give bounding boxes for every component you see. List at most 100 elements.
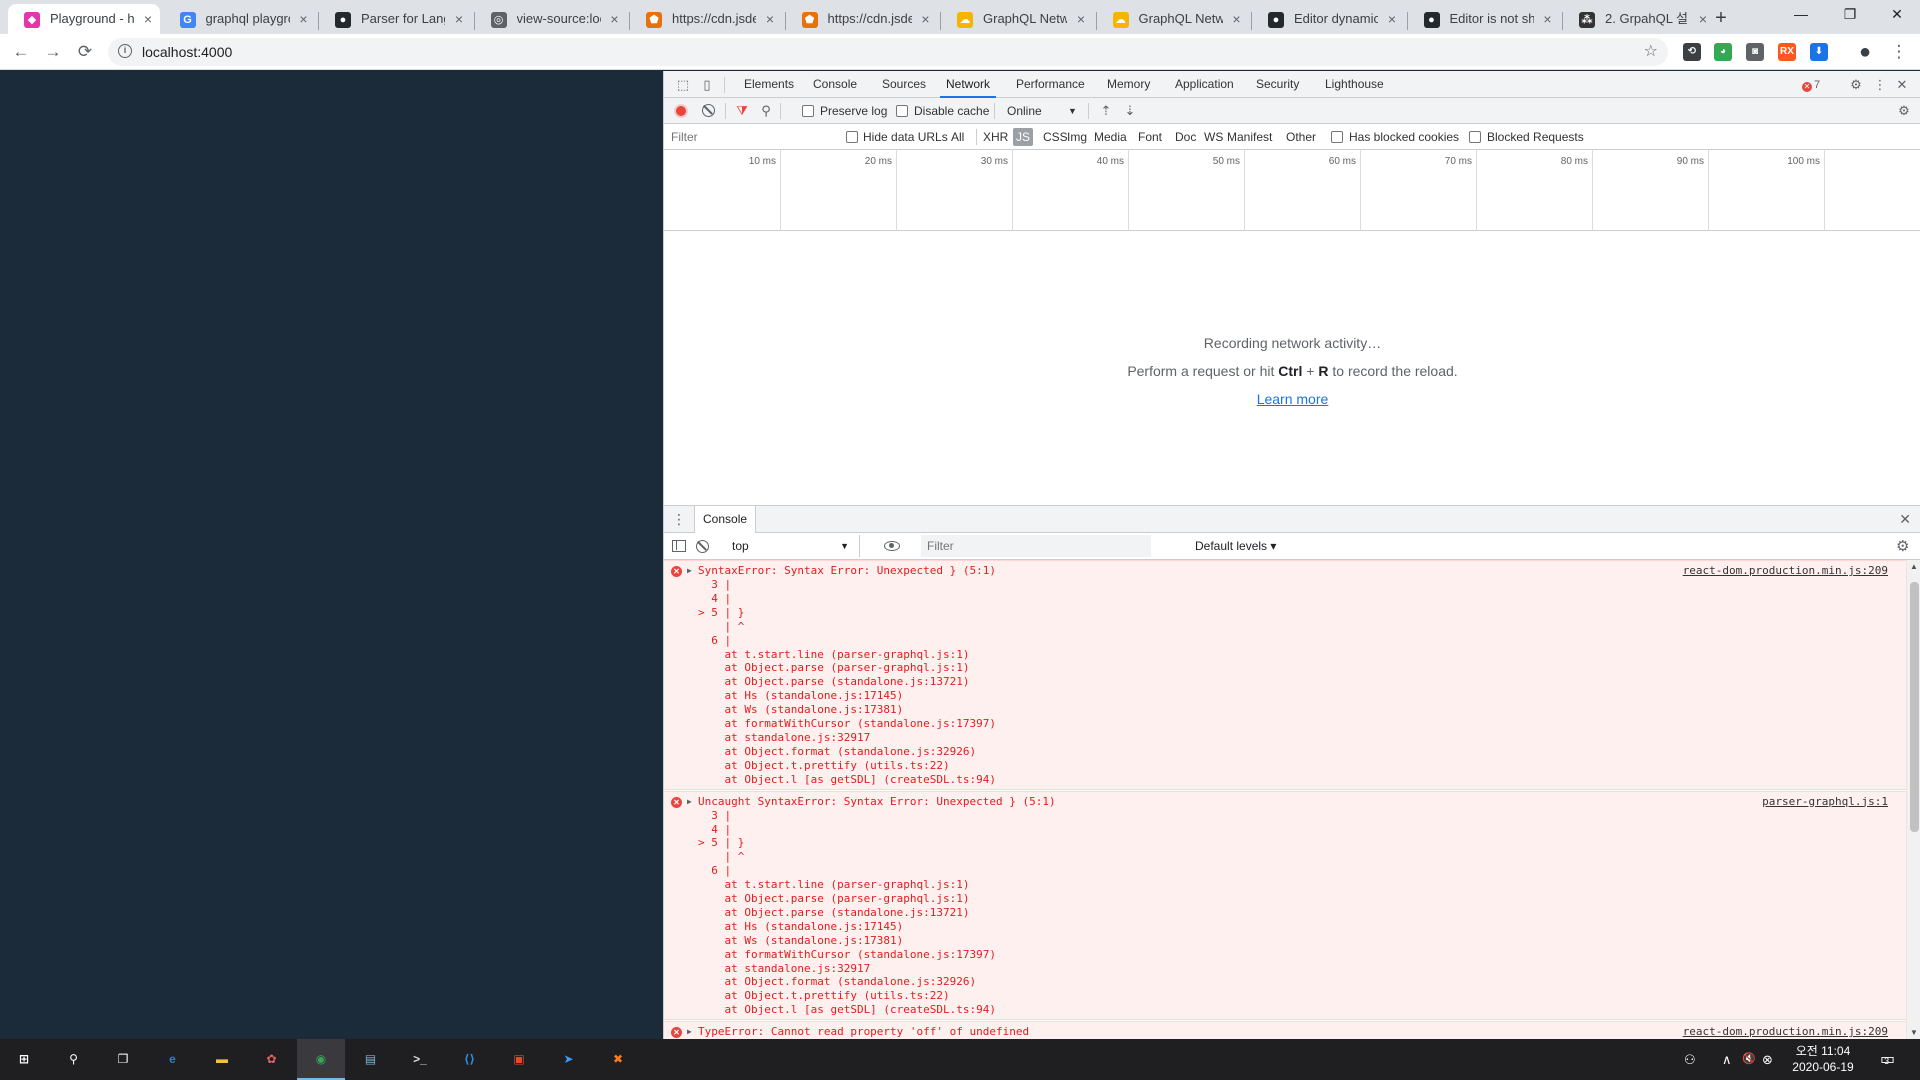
console-scrollbar[interactable]: ▲ ▼ xyxy=(1906,560,1920,1039)
preserve-log-checkbox[interactable] xyxy=(802,105,814,117)
extension-sync-icon[interactable]: ⟲ xyxy=(1683,43,1701,61)
filter-type-media[interactable]: Media xyxy=(1091,128,1130,146)
error-source-link[interactable]: parser-graphql.js:1 xyxy=(1762,795,1888,809)
taskbar-button[interactable]: ⟨⟩ xyxy=(446,1039,494,1080)
close-tab-icon[interactable]: × xyxy=(1699,4,1707,34)
extension-download-icon[interactable]: ⬇ xyxy=(1810,43,1828,61)
close-tab-icon[interactable]: × xyxy=(610,4,618,34)
clear-icon[interactable] xyxy=(702,104,715,117)
network-icon[interactable]: ⊗ xyxy=(1762,1039,1773,1080)
taskbar-button[interactable]: ✿ xyxy=(248,1039,296,1080)
expand-triangle-icon[interactable]: ▶ xyxy=(687,1025,692,1039)
record-button[interactable] xyxy=(674,104,688,118)
devtools-menu-icon[interactable]: ⋮ xyxy=(1872,77,1888,93)
volume-muted-icon[interactable]: 🔇 xyxy=(1742,1039,1756,1080)
address-url[interactable]: localhost:4000 xyxy=(142,38,232,66)
browser-tab[interactable]: ◆ Playground - http:// × xyxy=(8,4,160,34)
devtools-tab-lighthouse[interactable]: Lighthouse xyxy=(1319,71,1390,98)
error-source-link[interactable]: react-dom.production.min.js:209 xyxy=(1683,1025,1888,1039)
close-tab-icon[interactable]: × xyxy=(1543,4,1551,34)
network-timeline[interactable]: 10 ms 20 ms 30 ms 40 ms 50 ms 60 ms 70 ms 80 ms… xyxy=(664,150,1920,231)
browser-tab[interactable]: ☁ GraphQL Network × xyxy=(1097,4,1249,34)
close-drawer-icon[interactable]: ✕ xyxy=(1899,511,1911,527)
console-error-message[interactable]: ✕ ▶ TypeError: Cannot read property 'off' … xyxy=(664,1021,1906,1039)
network-filter-input[interactable] xyxy=(668,127,835,147)
maximize-button[interactable]: ❐ xyxy=(1827,0,1873,30)
taskbar-button[interactable]: ⚲ xyxy=(50,1039,98,1080)
filter-funnel-icon[interactable]: ⧩ xyxy=(734,103,750,119)
hide-data-urls-checkbox[interactable] xyxy=(846,131,858,143)
close-tab-icon[interactable]: × xyxy=(921,4,929,34)
console-error-message[interactable]: ✕ ▶ SyntaxError: Syntax Error: Unexpected … xyxy=(664,560,1906,790)
graphql-playground-page[interactable] xyxy=(0,71,663,1039)
forward-button[interactable]: → xyxy=(41,40,65,64)
extension-rx-icon[interactable]: RX xyxy=(1778,43,1796,61)
browser-tab[interactable]: ⬟ https://cdn.jsdelivr × xyxy=(786,4,938,34)
has-blocked-cookies-checkbox[interactable] xyxy=(1331,131,1343,143)
blocked-requests-checkbox[interactable] xyxy=(1469,131,1481,143)
devtools-tab-sources[interactable]: Sources xyxy=(876,71,932,98)
filter-type-font[interactable]: Font xyxy=(1135,128,1165,146)
scroll-up-arrow-icon[interactable]: ▲ xyxy=(1910,562,1918,571)
taskbar-button[interactable]: ✖ xyxy=(594,1039,642,1080)
console-sidebar-icon[interactable] xyxy=(672,540,686,552)
close-tab-icon[interactable]: × xyxy=(299,4,307,34)
browser-tab[interactable]: ⬟ https://cdn.jsdelivr × xyxy=(630,4,782,34)
filter-type-other[interactable]: Other xyxy=(1283,128,1319,146)
close-tab-icon[interactable]: × xyxy=(1077,4,1085,34)
close-tab-icon[interactable]: × xyxy=(455,4,463,34)
devtools-tab-elements[interactable]: Elements xyxy=(738,71,800,98)
filter-type-xhr[interactable]: XHR xyxy=(980,128,1011,146)
scrollbar-thumb[interactable] xyxy=(1910,582,1919,832)
close-tab-icon[interactable]: × xyxy=(1232,4,1240,34)
browser-tab[interactable]: Ggraphql playground × xyxy=(164,4,316,34)
filter-type-ws[interactable]: WS xyxy=(1201,128,1226,146)
clear-console-icon[interactable] xyxy=(696,540,709,553)
devtools-tab-network[interactable]: Network xyxy=(940,71,997,98)
browser-menu-icon[interactable]: ⋮ xyxy=(1887,40,1911,64)
taskbar-button[interactable]: >_ xyxy=(396,1039,444,1080)
clock[interactable]: 오전 11:04 2020-06-19 xyxy=(1778,1043,1868,1075)
filter-type-all[interactable]: All xyxy=(948,128,967,146)
log-levels-dropdown[interactable]: Default levels ▾ xyxy=(1195,533,1276,560)
devtools-tab-performance[interactable]: Performance xyxy=(1010,71,1091,98)
site-info-icon[interactable]: i xyxy=(118,44,132,58)
context-select[interactable]: top ▼ xyxy=(722,535,860,557)
devtools-tab-memory[interactable]: Memory xyxy=(1101,71,1156,98)
taskbar-button[interactable]: ▤ xyxy=(347,1039,395,1080)
minimize-button[interactable]: — xyxy=(1778,0,1824,30)
error-count-badge[interactable]: ✕ 7 xyxy=(1802,77,1820,93)
notification-center-icon[interactable]: ▭3 xyxy=(1880,1039,1895,1080)
console-settings-gear-icon[interactable]: ⚙ xyxy=(1896,533,1909,560)
device-toolbar-icon[interactable]: ▯ xyxy=(699,77,715,93)
devtools-tab-application[interactable]: Application xyxy=(1169,71,1240,98)
browser-tab[interactable]: ● Editor dynamic × xyxy=(1252,4,1404,34)
learn-more-link[interactable]: Learn more xyxy=(664,391,1920,407)
profile-avatar-icon[interactable]: ● xyxy=(1853,40,1877,64)
console-error-message[interactable]: ✕ ▶ Uncaught SyntaxError: Syntax Error: Un… xyxy=(664,790,1906,1021)
devtools-tab-security[interactable]: Security xyxy=(1250,71,1305,98)
taskbar-button[interactable]: e xyxy=(149,1039,197,1080)
close-devtools-icon[interactable]: ✕ xyxy=(1894,77,1910,93)
taskbar-button[interactable]: ▣ xyxy=(495,1039,543,1080)
expand-triangle-icon[interactable]: ▶ xyxy=(687,795,692,809)
close-tab-icon[interactable]: × xyxy=(766,4,774,34)
network-settings-gear-icon[interactable]: ⚙ xyxy=(1896,103,1912,119)
search-icon[interactable]: ⚲ xyxy=(758,103,774,119)
browser-tab[interactable]: ☁ GraphQL Network × xyxy=(941,4,1093,34)
reload-button[interactable]: ⟳ xyxy=(73,40,97,64)
devtools-tab-console[interactable]: Console xyxy=(807,71,863,98)
filter-type-img[interactable]: Img xyxy=(1064,128,1090,146)
close-tab-icon[interactable]: × xyxy=(144,4,152,34)
taskbar-button[interactable]: ⊞ xyxy=(0,1039,48,1080)
console-messages[interactable]: ✕ ▶ SyntaxError: Syntax Error: Unexpected … xyxy=(664,560,1906,1039)
disable-cache-checkbox[interactable] xyxy=(896,105,908,117)
browser-tab[interactable]: ⁂ 2. GrpahQL 설치 × xyxy=(1563,4,1715,34)
drawer-menu-icon[interactable]: ⋮ xyxy=(672,511,686,527)
browser-tab[interactable]: ● Editor is not showing × xyxy=(1408,4,1560,34)
taskbar-button[interactable]: ➤ xyxy=(545,1039,593,1080)
taskbar-button[interactable]: ❐ xyxy=(99,1039,147,1080)
browser-tab[interactable]: ◎ view-source:localhost × xyxy=(475,4,627,34)
inspect-element-icon[interactable]: ⬚ xyxy=(675,77,691,93)
scroll-down-arrow-icon[interactable]: ▼ xyxy=(1910,1028,1918,1037)
